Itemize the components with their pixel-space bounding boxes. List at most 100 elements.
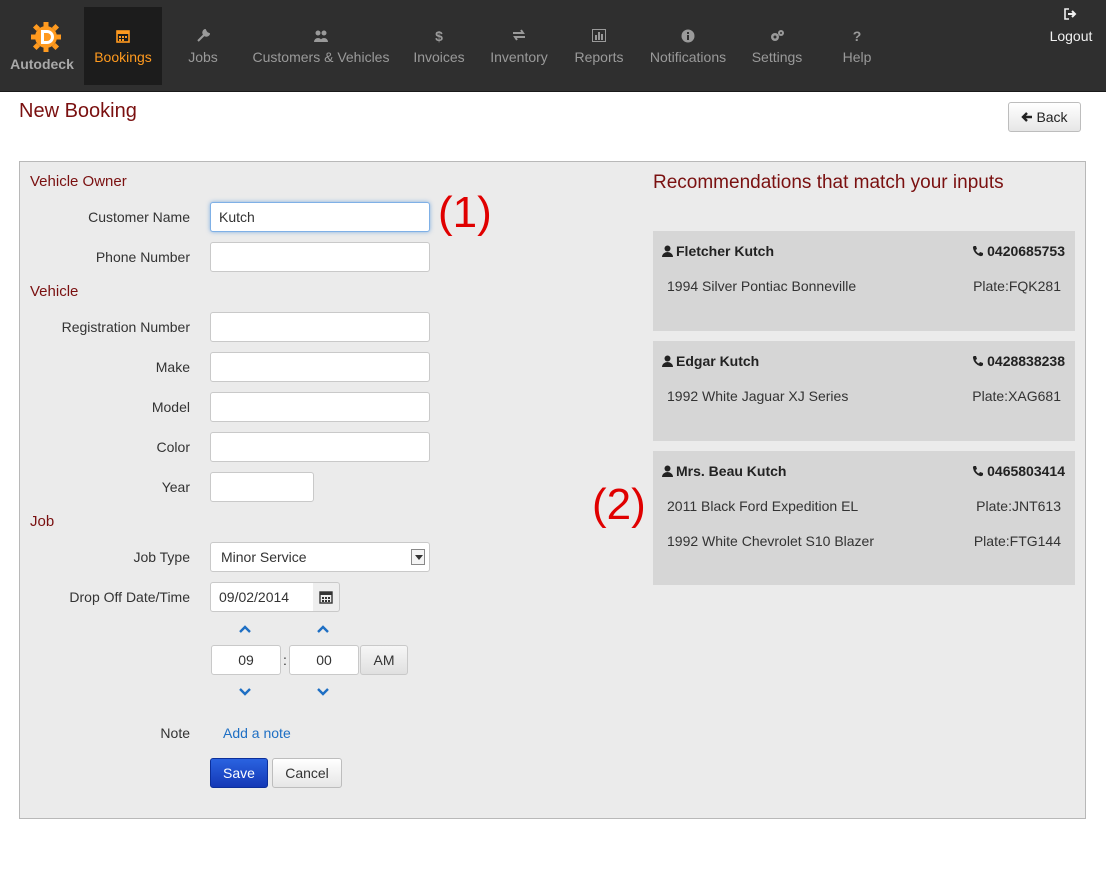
vehicle-name: 1992 White Chevrolet S10 Blazer <box>667 533 874 549</box>
time-separator: : <box>283 652 287 668</box>
section-job: Job <box>30 513 55 530</box>
nav-label-help: Help <box>842 49 872 65</box>
nav-item-reports[interactable]: Reports <box>566 7 632 85</box>
cancel-button[interactable]: Cancel <box>272 758 342 788</box>
info-icon <box>681 29 695 43</box>
logout-button[interactable]: Logout <box>1040 8 1102 48</box>
card-owner: Fletcher Kutch <box>662 243 774 259</box>
bar-chart-icon <box>592 29 606 42</box>
model-label: Model <box>151 399 190 415</box>
card-vehicle-row[interactable]: 1994 Silver Pontiac Bonneville Plate:FQK… <box>667 278 1061 296</box>
hour-input[interactable]: 09 <box>211 645 281 675</box>
minute-input[interactable]: 00 <box>289 645 359 675</box>
card-phone-number: 0420685753 <box>987 243 1065 259</box>
back-label: Back <box>1036 109 1068 125</box>
nav-item-settings[interactable]: Settings <box>744 7 810 85</box>
section-vehicle: Vehicle <box>30 283 79 300</box>
card-vehicle-row[interactable]: 1992 White Jaguar XJ Series Plate:XAG681 <box>667 388 1061 406</box>
minute-increment-button[interactable] <box>313 622 333 636</box>
ampm-toggle-button[interactable]: AM <box>360 645 408 675</box>
wrench-icon <box>197 29 210 42</box>
save-button[interactable]: Save <box>210 758 268 788</box>
vehicle-name: 1994 Silver Pontiac Bonneville <box>667 278 857 294</box>
nav-label-notifications: Notifications <box>649 49 727 65</box>
card-owner-name: Edgar Kutch <box>676 353 760 369</box>
registration-number-label: Registration Number <box>61 319 190 335</box>
card-owner-name: Fletcher Kutch <box>676 243 775 259</box>
card-owner-name: Mrs. Beau Kutch <box>676 463 787 479</box>
hour-decrement-button[interactable] <box>235 685 255 699</box>
brand[interactable]: Autodeck <box>0 0 84 92</box>
autodeck-logo-icon <box>31 22 61 52</box>
back-button[interactable]: Back <box>1008 102 1081 132</box>
sign-out-icon <box>1064 8 1077 20</box>
chevron-down-icon <box>317 688 329 696</box>
add-note-link[interactable]: Add a note <box>223 725 291 741</box>
exchange-icon <box>513 29 525 41</box>
vehicle-name: 2011 Black Ford Expedition EL <box>667 498 859 514</box>
nav-item-notifications[interactable]: Notifications <box>642 7 734 85</box>
job-type-select[interactable]: Minor Service <box>210 542 430 572</box>
nav-label-reports: Reports <box>574 49 624 65</box>
nav-label-customers-vehicles: Customers & Vehicles <box>252 49 390 65</box>
color-input[interactable] <box>210 432 430 462</box>
calendar-icon <box>319 591 333 604</box>
chevron-up-icon <box>239 625 251 633</box>
customer-name-input[interactable]: Kutch <box>210 202 430 232</box>
chevron-up-icon <box>317 625 329 633</box>
nav-item-jobs[interactable]: Jobs <box>172 7 234 85</box>
user-icon <box>662 245 673 257</box>
year-input[interactable] <box>210 472 314 502</box>
card-phone: 0465803414 <box>972 463 1065 479</box>
nav-item-invoices[interactable]: $ Invoices <box>406 7 472 85</box>
chevron-down-icon <box>239 688 251 696</box>
make-label: Make <box>155 359 190 375</box>
phone-icon <box>973 356 984 367</box>
date-picker-button[interactable] <box>313 582 340 612</box>
vehicle-name: 1992 White Jaguar XJ Series <box>667 388 849 404</box>
card-vehicle-row[interactable]: 2011 Black Ford Expedition EL Plate:JNT6… <box>667 498 1061 516</box>
vehicle-plate: Plate:XAG681 <box>972 388 1061 404</box>
user-icon <box>662 355 673 367</box>
card-phone-number: 0428838238 <box>987 353 1065 369</box>
section-vehicle-owner: Vehicle Owner <box>30 173 127 190</box>
calendar-icon <box>116 30 130 43</box>
registration-number-input[interactable] <box>210 312 430 342</box>
vehicle-plate: Plate:FTG144 <box>973 533 1061 549</box>
nav-label-bookings: Bookings <box>94 49 152 65</box>
nav-item-bookings[interactable]: Bookings <box>84 7 162 85</box>
recommendation-card[interactable]: Fletcher Kutch 0420685753 1994 Silver Po… <box>653 231 1075 331</box>
hour-increment-button[interactable] <box>235 622 255 636</box>
phone-number-label: Phone Number <box>95 249 190 265</box>
phone-icon <box>973 246 984 257</box>
nav-label-jobs: Jobs <box>188 49 218 65</box>
annotation-1: (1) <box>438 188 492 237</box>
make-input[interactable] <box>210 352 430 382</box>
recommendation-card[interactable]: Edgar Kutch 0428838238 1992 White Jaguar… <box>653 341 1075 441</box>
model-input[interactable] <box>210 392 430 422</box>
card-phone: 0420685753 <box>972 243 1065 259</box>
logout-label: Logout <box>1049 28 1093 44</box>
top-navbar: Autodeck Bookings Jobs Customers & Vehic… <box>0 0 1106 92</box>
phone-number-input[interactable] <box>210 242 430 272</box>
nav-item-inventory[interactable]: Inventory <box>482 7 556 85</box>
job-type-label: Job Type <box>133 549 190 565</box>
page-title: New Booking <box>19 100 137 122</box>
vehicle-plate: Plate:JNT613 <box>976 498 1061 514</box>
nav-label-settings: Settings <box>751 49 803 65</box>
recommendation-card[interactable]: Mrs. Beau Kutch 0465803414 2011 Black Fo… <box>653 451 1075 585</box>
arrow-left-icon <box>1021 112 1033 122</box>
card-owner: Mrs. Beau Kutch <box>662 463 786 479</box>
nav-item-help[interactable]: ? Help <box>824 7 890 85</box>
annotation-2: (2) <box>592 480 646 529</box>
color-label: Color <box>156 439 190 455</box>
year-label: Year <box>161 479 190 495</box>
nav-label-inventory: Inventory <box>490 49 548 65</box>
dropoff-date-input[interactable]: 09/02/2014 <box>210 582 314 612</box>
card-vehicle-row[interactable]: 1992 White Chevrolet S10 Blazer Plate:FT… <box>667 533 1061 551</box>
nav-item-customers-vehicles[interactable]: Customers & Vehicles <box>244 7 398 85</box>
customer-name-label: Customer Name <box>88 209 190 225</box>
card-phone: 0428838238 <box>972 353 1065 369</box>
chevron-down-icon <box>411 549 425 565</box>
minute-decrement-button[interactable] <box>313 685 333 699</box>
